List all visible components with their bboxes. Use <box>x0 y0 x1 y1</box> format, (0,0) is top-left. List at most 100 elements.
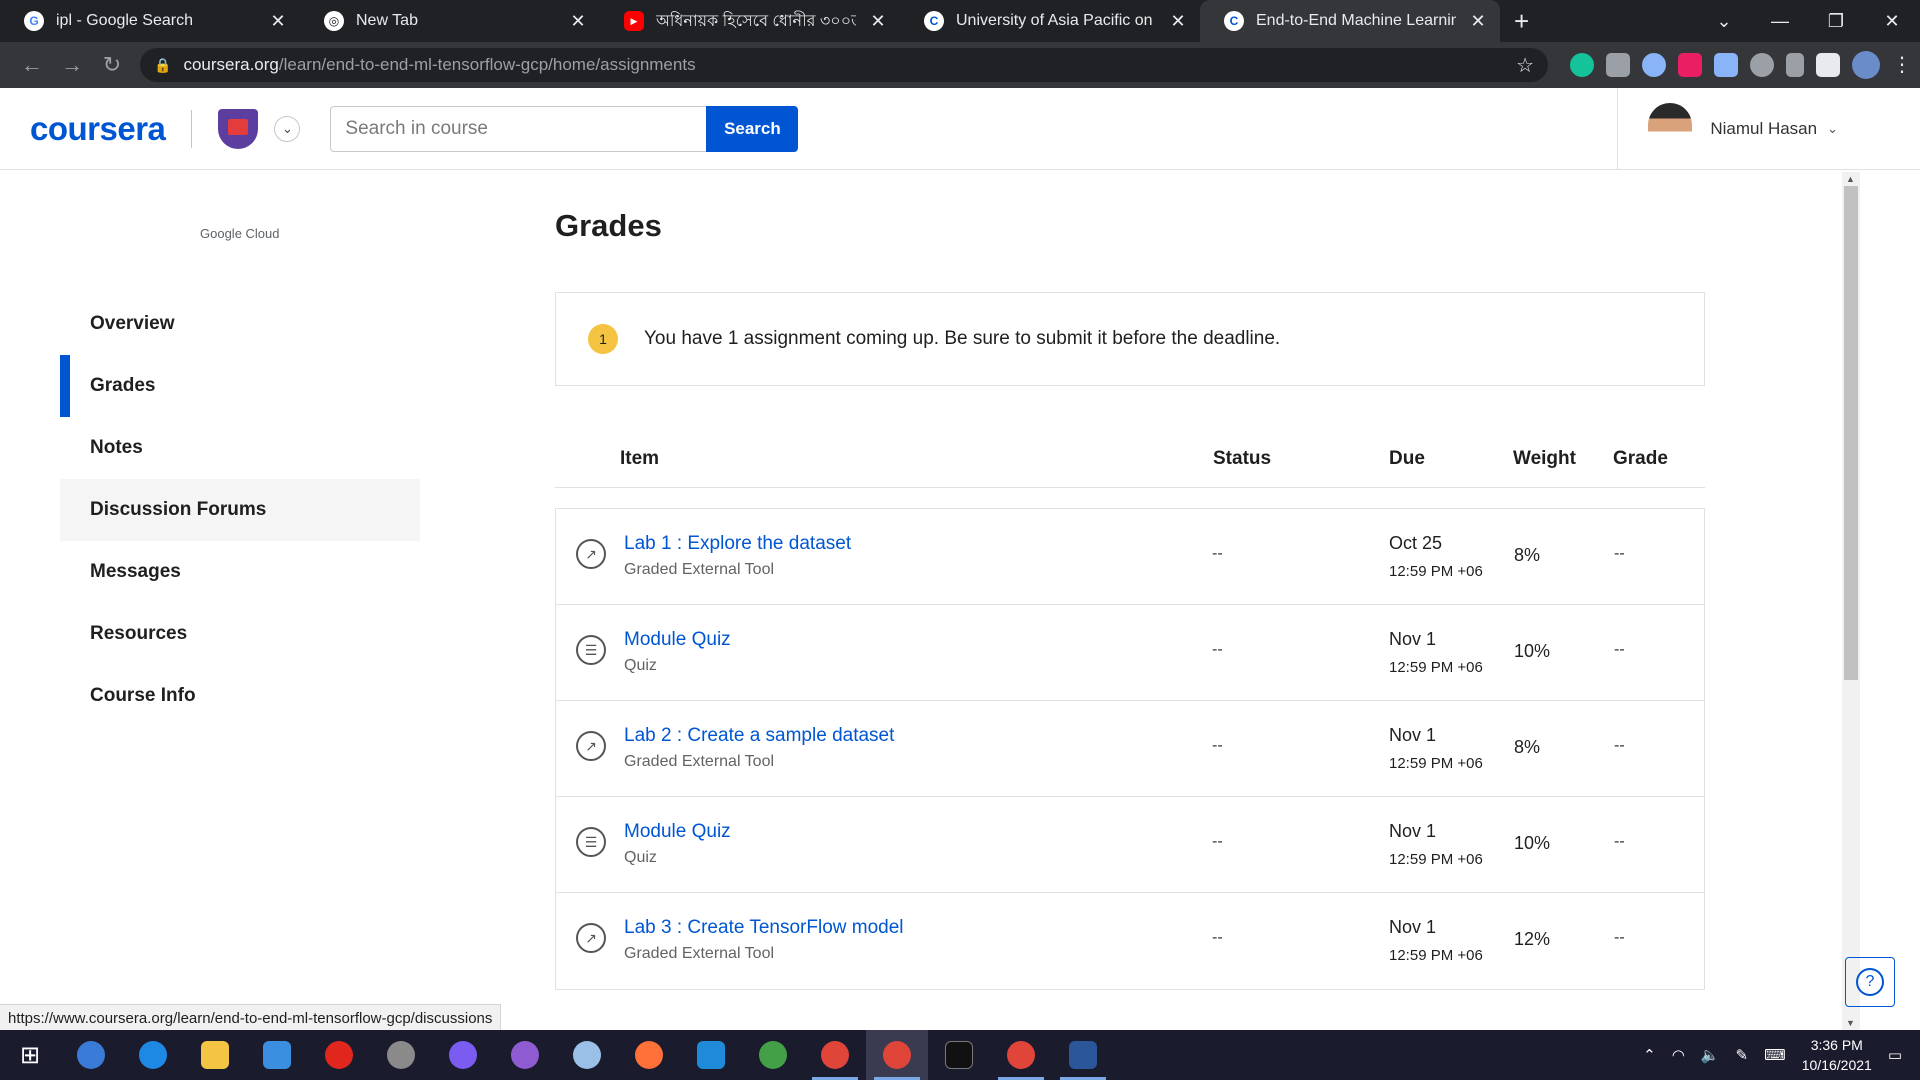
earth-app-icon[interactable] <box>742 1030 804 1080</box>
sidebar-item-messages[interactable]: Messages <box>60 541 420 603</box>
word-icon[interactable] <box>1052 1030 1114 1080</box>
browser-tab[interactable]: C University of Asia Pacific on Cour ✕ <box>900 0 1200 42</box>
table-row: ☰ Module Quiz Quiz -- Nov 1 12:59 PM +06… <box>556 605 1704 701</box>
chrome-icon: ◎ <box>324 11 344 31</box>
user-menu[interactable]: Niamul Hasan ⌄ <box>1617 88 1838 170</box>
address-bar[interactable]: 🔒 coursera.org/learn/end-to-end-ml-tenso… <box>140 48 1548 82</box>
course-search: Search <box>330 105 799 152</box>
qbittorrent-icon[interactable] <box>60 1030 122 1080</box>
grade-cell: -- <box>1614 833 1625 850</box>
vscode-icon[interactable] <box>680 1030 742 1080</box>
restore-icon[interactable]: ❐ <box>1808 11 1864 32</box>
sidebar-item-discussion-forums[interactable]: Discussion Forums <box>60 479 420 541</box>
wifi-icon[interactable]: ◠ <box>1672 1046 1685 1064</box>
messenger-icon[interactable] <box>432 1030 494 1080</box>
search-input[interactable] <box>330 105 707 152</box>
minimize-icon[interactable]: — <box>1752 11 1808 32</box>
sidebar-item-resources[interactable]: Resources <box>60 603 420 665</box>
forward-icon[interactable]: → <box>52 52 92 78</box>
mail-icon[interactable] <box>246 1030 308 1080</box>
pen-icon[interactable] <box>1786 53 1804 77</box>
notifications-icon[interactable]: ▭ <box>1888 1046 1902 1064</box>
lock-icon[interactable]: 🔒 <box>154 57 171 74</box>
browser-tab[interactable]: G ipl - Google Search ✕ <box>0 0 300 42</box>
chevron-up-icon[interactable]: ⌃ <box>1643 1046 1656 1064</box>
paint-icon[interactable] <box>556 1030 618 1080</box>
pen-workspace-icon[interactable]: ✎ <box>1736 1046 1749 1064</box>
extension-icon[interactable] <box>1750 53 1774 77</box>
assignment-link[interactable]: Module Quiz <box>624 629 731 651</box>
extension-icon[interactable] <box>1642 53 1666 77</box>
sidebar-item-grades[interactable]: Grades <box>60 355 420 417</box>
chevron-down-icon[interactable]: ⌄ <box>1827 121 1838 137</box>
assignment-type: Graded External Tool <box>624 945 775 962</box>
new-tab-button[interactable]: + <box>1514 6 1529 37</box>
window-controls: ⌄ — ❐ ✕ <box>1696 0 1920 42</box>
keyboard-icon[interactable]: ⌨ <box>1764 1046 1786 1064</box>
status-cell: -- <box>1212 929 1223 946</box>
avatar[interactable] <box>1648 103 1693 155</box>
assignment-link[interactable]: Lab 2 : Create a sample dataset <box>624 725 894 747</box>
satellite-app-icon[interactable] <box>370 1030 432 1080</box>
page-scrollbar[interactable]: ▲ ▼ <box>1842 172 1860 1030</box>
url-path: /learn/end-to-end-ml-tensorflow-gcp/home… <box>278 55 696 74</box>
external-link-icon: ↗ <box>576 923 606 953</box>
github-icon[interactable] <box>494 1030 556 1080</box>
browser-tab-active[interactable]: C End-to-End Machine Learning wi ✕ <box>1200 0 1500 42</box>
sidebar-item-course-info[interactable]: Course Info <box>60 665 420 727</box>
close-icon[interactable]: ✕ <box>1168 11 1188 32</box>
weight-cell: 8% <box>1514 737 1541 757</box>
chrome-profile-icon[interactable] <box>990 1030 1052 1080</box>
grade-cell: -- <box>1614 641 1625 658</box>
volume-icon[interactable]: 🔈 <box>1701 1046 1720 1064</box>
assignment-link[interactable]: Lab 1 : Explore the dataset <box>624 533 851 555</box>
chevron-down-icon[interactable]: ⌄ <box>274 115 301 142</box>
edge-icon[interactable] <box>122 1030 184 1080</box>
browser-tab[interactable]: ◎ New Tab ✕ <box>300 0 600 42</box>
chrome-icon[interactable] <box>804 1030 866 1080</box>
opera-icon[interactable] <box>308 1030 370 1080</box>
close-icon[interactable]: ✕ <box>868 11 888 32</box>
sidebar-item-overview[interactable]: Overview <box>60 293 420 355</box>
coursera-icon: C <box>1224 11 1244 31</box>
table-row: ↗ Lab 2 : Create a sample dataset Graded… <box>556 701 1704 797</box>
puzzle-icon[interactable] <box>1816 53 1840 77</box>
assignment-type: Graded External Tool <box>624 753 775 770</box>
help-button[interactable]: ? <box>1845 957 1895 1007</box>
download-icon[interactable] <box>1714 53 1738 77</box>
scroll-up-icon[interactable]: ▲ <box>1846 174 1855 184</box>
profile-avatar-icon[interactable] <box>1852 51 1880 79</box>
scrollbar-thumb[interactable] <box>1844 186 1858 680</box>
back-icon[interactable]: ← <box>12 52 52 78</box>
assignment-link[interactable]: Lab 3 : Create TensorFlow model <box>624 917 904 939</box>
coursera-logo[interactable]: coursera <box>30 110 166 148</box>
close-icon[interactable]: ✕ <box>1468 11 1488 32</box>
play-extension-icon[interactable] <box>1678 53 1702 77</box>
clock[interactable]: 3:36 PM 10/16/2021 <box>1802 1035 1872 1075</box>
status-cell: -- <box>1212 545 1223 562</box>
file-explorer-icon[interactable] <box>184 1030 246 1080</box>
browser-tab[interactable]: ▶ অধিনায়ক হিসেবে ধোনীর ৩০০তম ✕ <box>600 0 900 42</box>
terminal-icon[interactable] <box>928 1030 990 1080</box>
sidebar-item-notes[interactable]: Notes <box>60 417 420 479</box>
bookmark-star-icon[interactable]: ☆ <box>1516 53 1534 78</box>
assignment-type: Quiz <box>624 849 657 866</box>
grammarly-icon[interactable] <box>1570 53 1594 77</box>
scroll-down-icon[interactable]: ▼ <box>1846 1018 1855 1028</box>
close-window-icon[interactable]: ✕ <box>1864 11 1920 32</box>
close-icon[interactable]: ✕ <box>268 11 288 32</box>
tab-search-icon[interactable]: ⌄ <box>1696 11 1752 32</box>
search-button[interactable]: Search <box>706 105 799 152</box>
assignment-link[interactable]: Module Quiz <box>624 821 731 843</box>
camera-icon[interactable] <box>1606 53 1630 77</box>
tab-title: New Tab <box>356 12 418 29</box>
menu-icon[interactable]: ⋮ <box>1892 53 1912 77</box>
extensions-bar: ⋮ <box>1570 51 1912 79</box>
firefox-icon[interactable] <box>618 1030 680 1080</box>
windows-start-icon[interactable]: ⊞ <box>0 1041 60 1070</box>
close-icon[interactable]: ✕ <box>568 11 588 32</box>
reload-icon[interactable]: ↻ <box>92 52 132 78</box>
university-logo[interactable] <box>218 108 259 149</box>
chrome-active-icon[interactable] <box>866 1030 928 1080</box>
user-name[interactable]: Niamul Hasan <box>1710 119 1817 139</box>
